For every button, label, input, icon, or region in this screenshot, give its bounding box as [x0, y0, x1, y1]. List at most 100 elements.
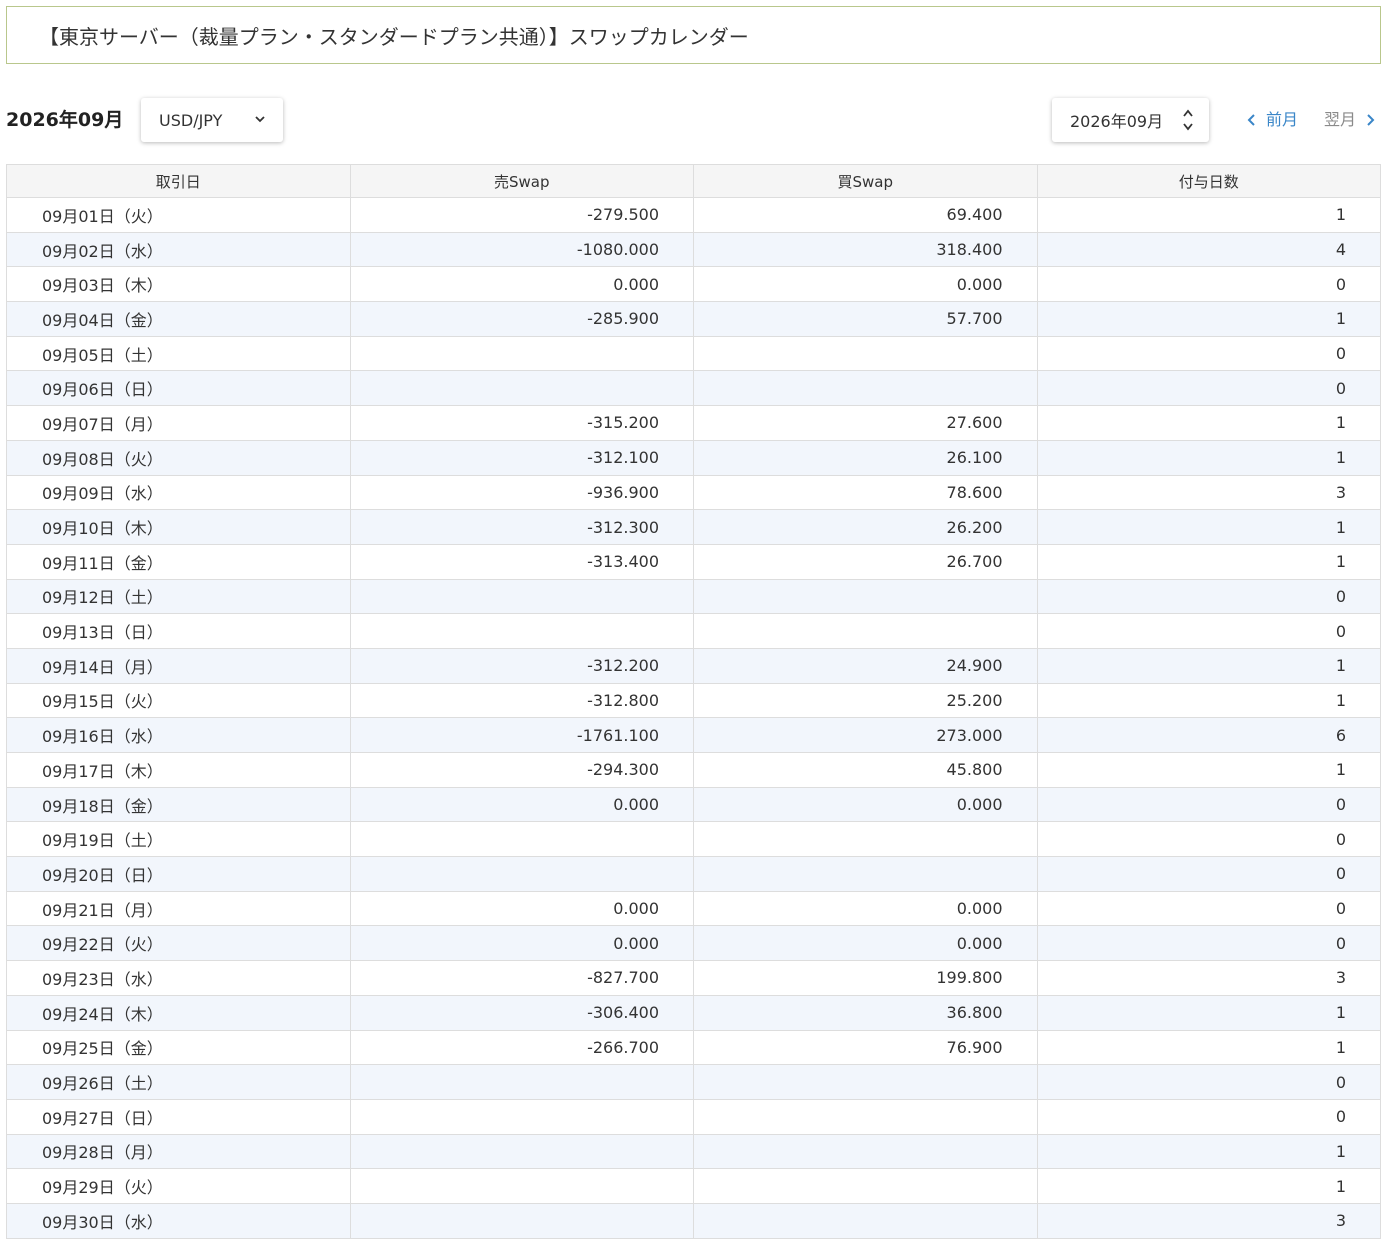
buy-swap-cell: 26.700: [693, 543, 1038, 580]
sell-swap-cell: -294.300: [349, 752, 694, 788]
sell-swap-cell: [349, 1064, 694, 1100]
date-cell: 09月16日（水）: [6, 717, 351, 753]
days-cell: 3: [1036, 1202, 1381, 1239]
buy-swap-cell: 26.200: [693, 509, 1038, 545]
currency-pair-value: USD/JPY: [159, 110, 223, 130]
table-row: 09月06日（日） 0: [6, 370, 1381, 407]
date-cell: 09月22日（火）: [6, 925, 351, 962]
buy-swap-cell: 78.600: [693, 474, 1038, 511]
sell-swap-cell: -315.200: [349, 405, 694, 441]
days-cell: 0: [1036, 266, 1381, 303]
sell-swap-cell: 0.000: [349, 786, 694, 823]
days-cell: 0: [1036, 890, 1381, 927]
days-cell: 0: [1036, 786, 1381, 823]
days-cell: 0: [1036, 613, 1381, 649]
sell-swap-cell: [349, 335, 694, 372]
sell-swap-cell: -312.200: [349, 647, 694, 684]
month-picker-input[interactable]: 2026年09月: [1052, 98, 1209, 142]
date-cell: 09月29日（火）: [6, 1168, 351, 1204]
table-header-row: 取引日 売Swap 買Swap 付与日数: [6, 164, 1381, 198]
table-row: 09月13日（日） 0: [6, 613, 1381, 649]
date-cell: 09月09日（水）: [6, 474, 351, 511]
days-cell: 0: [1036, 1098, 1381, 1135]
table-row: 09月07日（月） -315.200 27.600 1: [6, 405, 1381, 441]
sell-swap-cell: -285.900: [349, 301, 694, 337]
sell-swap-cell: [349, 1168, 694, 1204]
table-row: 09月09日（水） -936.900 78.600 3: [6, 474, 1381, 511]
date-cell: 09月30日（水）: [6, 1202, 351, 1239]
sell-swap-cell: [349, 1098, 694, 1135]
prev-month-link[interactable]: 前月: [1246, 98, 1298, 142]
table-row: 09月01日（火） -279.500 69.400 1: [6, 197, 1381, 233]
date-cell: 09月11日（金）: [6, 543, 351, 580]
buy-swap-cell: 76.900: [693, 1029, 1038, 1066]
buy-swap-cell: 36.800: [693, 994, 1038, 1031]
days-cell: 3: [1036, 960, 1381, 996]
sell-swap-cell: -266.700: [349, 1029, 694, 1066]
buy-swap-cell: 45.800: [693, 752, 1038, 788]
table-row: 09月16日（水） -1761.100 273.000 6: [6, 717, 1381, 753]
buy-swap-cell: 199.800: [693, 960, 1038, 996]
date-cell: 09月27日（日）: [6, 1098, 351, 1135]
days-cell: 1: [1036, 405, 1381, 441]
table-row: 09月28日（月） 1: [6, 1133, 1381, 1170]
date-cell: 09月01日（火）: [6, 197, 351, 233]
date-cell: 09月08日（火）: [6, 439, 351, 476]
buy-swap-cell: [693, 821, 1038, 858]
days-cell: 3: [1036, 474, 1381, 511]
month-picker-value: 2026年09月: [1070, 112, 1164, 131]
sell-swap-cell: -306.400: [349, 994, 694, 1031]
table-row: 09月17日（木） -294.300 45.800 1: [6, 752, 1381, 788]
days-cell: 1: [1036, 994, 1381, 1031]
chevron-right-icon: [1367, 114, 1375, 126]
buy-swap-cell: 273.000: [693, 717, 1038, 753]
date-cell: 09月03日（木）: [6, 266, 351, 303]
table-row: 09月03日（木） 0.000 0.000 0: [6, 266, 1381, 303]
sell-swap-cell: [349, 578, 694, 615]
column-header-date: 取引日: [6, 164, 351, 198]
date-cell: 09月20日（日）: [6, 856, 351, 892]
table-row: 09月05日（土） 0: [6, 335, 1381, 372]
buy-swap-cell: [693, 578, 1038, 615]
current-month-label: 2026年09月: [6, 109, 124, 131]
buy-swap-cell: [693, 613, 1038, 649]
date-cell: 09月13日（日）: [6, 613, 351, 649]
sell-swap-cell: 0.000: [349, 266, 694, 303]
sell-swap-cell: -312.300: [349, 509, 694, 545]
table-row: 09月12日（土） 0: [6, 578, 1381, 615]
date-cell: 09月10日（木）: [6, 509, 351, 545]
date-cell: 09月05日（土）: [6, 335, 351, 372]
date-cell: 09月26日（土）: [6, 1064, 351, 1100]
date-cell: 09月18日（金）: [6, 786, 351, 823]
days-cell: 1: [1036, 439, 1381, 476]
buy-swap-cell: 0.000: [693, 786, 1038, 823]
up-down-spinner-icon[interactable]: [1181, 106, 1195, 134]
currency-pair-select[interactable]: USD/JPY: [141, 98, 283, 142]
buy-swap-cell: [693, 370, 1038, 407]
date-cell: 09月25日（金）: [6, 1029, 351, 1066]
days-cell: 0: [1036, 821, 1381, 858]
days-cell: 1: [1036, 1133, 1381, 1170]
date-cell: 09月19日（土）: [6, 821, 351, 858]
days-cell: 0: [1036, 925, 1381, 962]
days-cell: 1: [1036, 301, 1381, 337]
table-row: 09月11日（金） -313.400 26.700 1: [6, 543, 1381, 580]
buy-swap-cell: 0.000: [693, 266, 1038, 303]
next-month-link[interactable]: 翌月: [1324, 98, 1376, 142]
days-cell: 0: [1036, 856, 1381, 892]
buy-swap-cell: 0.000: [693, 925, 1038, 962]
sell-swap-cell: -936.900: [349, 474, 694, 511]
days-cell: 1: [1036, 682, 1381, 719]
table-row: 09月18日（金） 0.000 0.000 0: [6, 786, 1381, 823]
table-row: 09月30日（水） 3: [6, 1202, 1381, 1239]
sell-swap-cell: -312.100: [349, 439, 694, 476]
table-row: 09月23日（水） -827.700 199.800 3: [6, 960, 1381, 996]
days-cell: 4: [1036, 231, 1381, 268]
days-cell: 6: [1036, 717, 1381, 753]
date-cell: 09月15日（火）: [6, 682, 351, 719]
sell-swap-cell: -313.400: [349, 543, 694, 580]
days-cell: 0: [1036, 335, 1381, 372]
buy-swap-cell: [693, 1064, 1038, 1100]
buy-swap-cell: 0.000: [693, 890, 1038, 927]
sell-swap-cell: [349, 1133, 694, 1170]
